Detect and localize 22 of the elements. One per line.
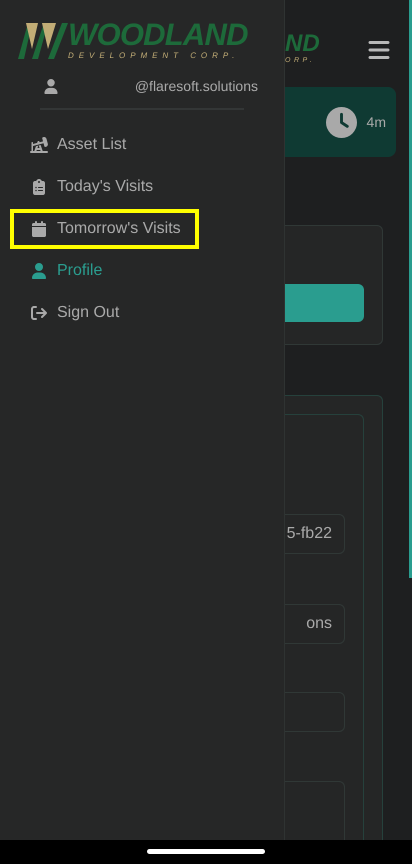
logo-wordmark: WOODLAND bbox=[68, 19, 248, 51]
calendar-icon bbox=[30, 221, 48, 237]
user-email: @flaresoft.solutions bbox=[134, 76, 258, 96]
home-indicator[interactable] bbox=[147, 849, 265, 854]
input-field[interactable]: ons bbox=[285, 604, 345, 644]
person-icon bbox=[30, 263, 48, 279]
menu-item[interactable]: Tomorrow's Visits bbox=[10, 209, 199, 249]
clipboard-icon bbox=[30, 179, 48, 195]
input-field[interactable]: 5-fb22 bbox=[285, 514, 345, 554]
timer-text: 4m bbox=[366, 112, 386, 132]
logo-tagline: DEVELOPMENT CORP. bbox=[68, 51, 240, 61]
person-icon bbox=[44, 78, 58, 94]
scrollbar-thumb[interactable] bbox=[409, 0, 412, 578]
clock-icon bbox=[326, 106, 357, 138]
menu-item[interactable]: Sign Out bbox=[10, 293, 138, 333]
action-button[interactable] bbox=[285, 284, 364, 322]
menu-item[interactable]: Asset List bbox=[10, 125, 144, 165]
menu-item[interactable]: Profile bbox=[10, 251, 120, 291]
pump-jack-icon bbox=[30, 137, 48, 153]
menu-item[interactable]: Today's Visits bbox=[10, 167, 172, 207]
sign-out-icon bbox=[30, 305, 48, 321]
logo-wordmark: ND bbox=[285, 32, 321, 56]
